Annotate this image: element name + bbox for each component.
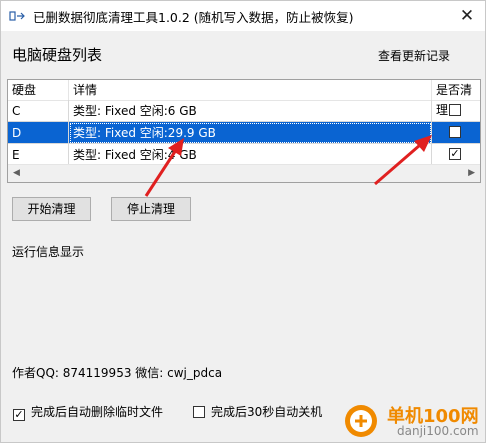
app-icon <box>9 11 25 21</box>
scroll-left-icon[interactable]: ◀ <box>13 168 20 178</box>
close-icon: ✕ <box>459 6 475 26</box>
run-info-label: 运行信息显示 <box>12 245 85 259</box>
option-delete-temp[interactable]: ✓ 完成后自动删除临时文件 <box>13 403 163 421</box>
disk-detail: 类型: Fixed 空闲:6 GB <box>69 100 432 122</box>
disk-row-d[interactable]: D 类型: Fixed 空闲:29.9 GB <box>8 122 480 144</box>
stop-clean-button[interactable]: 停止清理 <box>111 197 191 221</box>
disk-clean-cell: ✓ <box>432 144 480 166</box>
brand-logo-icon <box>345 405 377 437</box>
column-header-disk[interactable]: 硬盘 <box>8 80 69 100</box>
column-header-detail[interactable]: 详情 <box>69 80 432 100</box>
disk-detail: 类型: Fixed 空闲:4 GB <box>69 144 432 166</box>
disk-list[interactable]: 硬盘 详情 是否清理 C 类型: Fixed 空闲:6 GB D 类型: Fix… <box>7 79 481 183</box>
delete-temp-label: 完成后自动删除临时文件 <box>31 405 164 419</box>
auto-shutdown-checkbox[interactable] <box>193 406 205 418</box>
disk-letter: D <box>8 122 69 144</box>
disk-list-title: 电脑硬盘列表 <box>12 46 103 64</box>
close-button[interactable]: ✕ <box>449 1 485 31</box>
watermark: 单机100网 danji100.com <box>343 403 486 443</box>
disk-letter: C <box>8 100 69 122</box>
auto-shutdown-label: 完成后30秒自动关机 <box>211 405 323 419</box>
title-bar: 已删数据彻底清理工具1.0.2 (随机写入数据，防止被恢复) ✕ <box>1 1 485 31</box>
disk-clean-cell <box>432 100 480 122</box>
clean-checkbox-d[interactable] <box>449 126 461 138</box>
start-clean-button[interactable]: 开始清理 <box>12 197 91 221</box>
disk-clean-cell <box>432 122 480 144</box>
disk-row-c[interactable]: C 类型: Fixed 空闲:6 GB <box>8 100 480 122</box>
brand-url: danji100.com <box>397 424 479 438</box>
view-changelog-link[interactable]: 查看更新记录 <box>378 47 450 64</box>
disk-row-e[interactable]: E 类型: Fixed 空闲:4 GB ✓ <box>8 144 480 166</box>
clean-checkbox-c[interactable] <box>449 104 461 116</box>
disk-list-header: 硬盘 详情 是否清理 <box>8 80 480 117</box>
window-title: 已删数据彻底清理工具1.0.2 (随机写入数据，防止被恢复) <box>33 10 354 25</box>
horizontal-scrollbar[interactable]: ◀ ▶ <box>8 164 480 182</box>
clean-checkbox-e[interactable]: ✓ <box>449 148 461 160</box>
delete-temp-checkbox[interactable]: ✓ <box>13 409 25 421</box>
disk-letter: E <box>8 144 69 166</box>
scroll-right-icon[interactable]: ▶ <box>468 168 475 178</box>
option-auto-shutdown[interactable]: 完成后30秒自动关机 <box>193 403 322 420</box>
disk-detail: 类型: Fixed 空闲:29.9 GB <box>69 122 432 144</box>
author-contact: 作者QQ: 874119953 微信: cwj_pdca <box>12 366 223 380</box>
column-header-clean[interactable]: 是否清理 <box>432 80 480 117</box>
app-window: 已删数据彻底清理工具1.0.2 (随机写入数据，防止被恢复) ✕ 电脑硬盘列表 … <box>0 0 486 443</box>
